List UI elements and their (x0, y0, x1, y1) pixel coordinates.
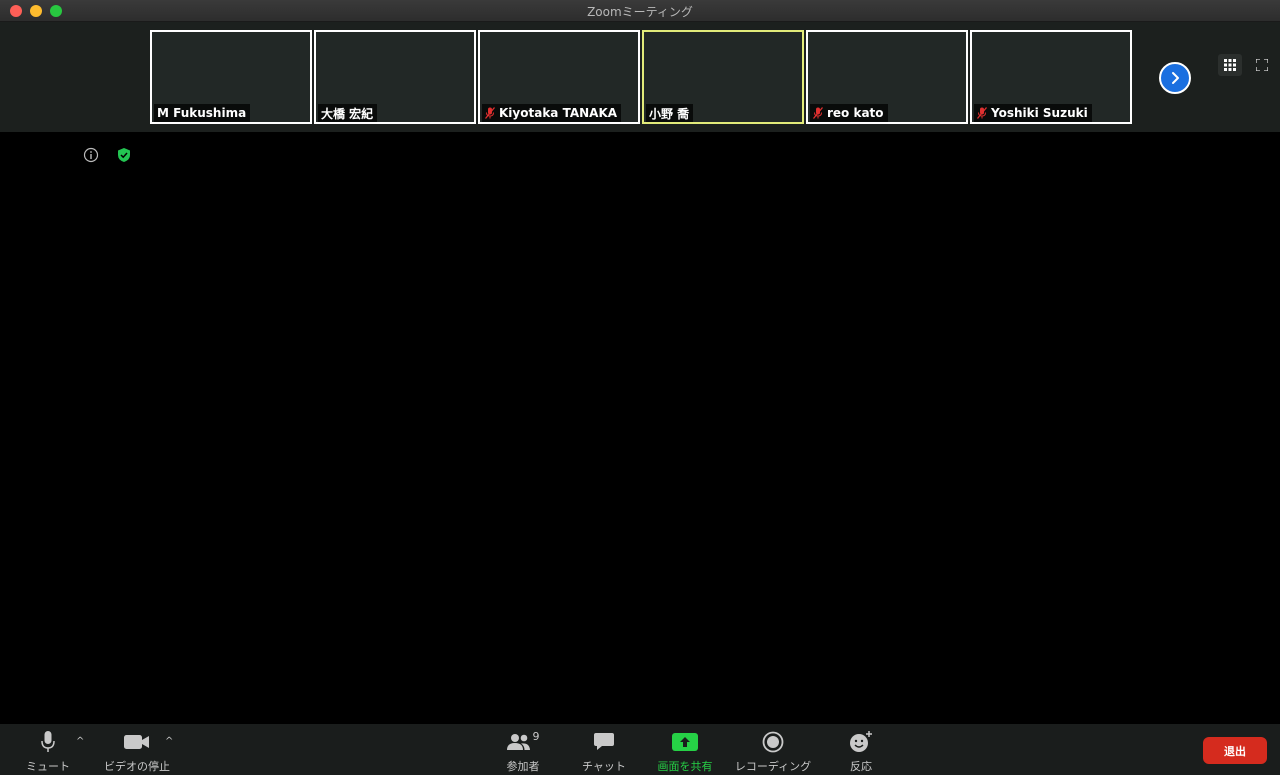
participant-tile[interactable]: Kiyotaka TANAKA (478, 30, 640, 124)
audio-options-caret[interactable]: ^ (76, 736, 84, 747)
stop-video-label: ビデオの停止 (104, 760, 170, 773)
participants-icon (506, 734, 530, 750)
participant-name-tag: 大橋 宏紀 (318, 104, 378, 122)
fullscreen-button[interactable] (1250, 54, 1274, 76)
chat-button[interactable]: チャット (580, 730, 628, 774)
gallery-view-button[interactable] (1218, 54, 1242, 76)
mute-label: ミュート (26, 760, 70, 773)
participants-button[interactable]: 9 参加者 (502, 730, 544, 774)
chevron-right-icon (1172, 72, 1179, 84)
mute-button[interactable]: ミュート (24, 730, 72, 774)
info-icon[interactable] (83, 147, 99, 163)
participants-label: 参加者 (506, 760, 540, 773)
participant-name: 小野 喬 (649, 106, 690, 121)
grid-view-icon (1224, 59, 1236, 71)
participant-name: 大橋 宏紀 (321, 106, 374, 121)
record-label: レコーディング (734, 760, 812, 773)
participant-name-tag: 小野 喬 (646, 104, 694, 122)
share-screen-icon (672, 733, 698, 751)
participant-tile[interactable]: Yoshiki Suzuki (970, 30, 1132, 124)
video-options-caret[interactable]: ^ (165, 736, 173, 747)
chat-icon (594, 733, 614, 750)
title-bar: Zoomミーティング (0, 0, 1280, 22)
participant-filmstrip: M Fukushima 大橋 宏紀 Kiyotaka TANAKA 小野 喬 r… (0, 22, 1280, 132)
leave-meeting-button[interactable]: 退出 (1203, 737, 1267, 764)
participant-name: reo kato (827, 106, 884, 120)
muted-microphone-icon (813, 107, 823, 119)
participant-name-tag: reo kato (810, 104, 888, 122)
window-title: Zoomミーティング (587, 5, 693, 19)
reaction-icon (850, 731, 872, 752)
next-page-button[interactable] (1159, 62, 1191, 94)
participant-tile-active-speaker[interactable]: 小野 喬 (642, 30, 804, 124)
record-icon (762, 731, 784, 753)
participant-name: Yoshiki Suzuki (991, 106, 1088, 120)
stop-video-button[interactable]: ビデオの停止 (102, 730, 172, 774)
participant-tile[interactable]: reo kato (806, 30, 968, 124)
shield-icon[interactable] (116, 147, 132, 163)
fullscreen-icon (1256, 59, 1268, 71)
reactions-label: 反応 (850, 760, 872, 773)
muted-microphone-icon (485, 107, 495, 119)
chat-label: チャット (582, 760, 626, 773)
participant-name: M Fukushima (157, 106, 247, 120)
muted-microphone-icon (977, 107, 987, 119)
reactions-button[interactable]: 反応 (843, 730, 879, 774)
participant-tile[interactable]: 大橋 宏紀 (314, 30, 476, 124)
participant-name-tag: M Fukushima (154, 104, 251, 122)
share-screen-label: 画面を共有 (657, 760, 713, 773)
main-video-stage (0, 132, 1280, 724)
video-camera-icon (124, 735, 149, 749)
record-button[interactable]: レコーディング (732, 730, 814, 774)
meeting-controls-toolbar: ミュート ^ ビデオの停止 ^ 9 参加者 チャット 画面を共有 レコーディング… (0, 724, 1280, 775)
participant-tile[interactable]: M Fukushima (150, 30, 312, 124)
participants-count: 9 (532, 730, 540, 743)
participant-name-tag: Kiyotaka TANAKA (482, 104, 622, 122)
share-screen-button[interactable]: 画面を共有 (654, 730, 716, 774)
participant-name: Kiyotaka TANAKA (499, 106, 618, 120)
microphone-icon (41, 731, 55, 752)
participant-name-tag: Yoshiki Suzuki (974, 104, 1092, 122)
